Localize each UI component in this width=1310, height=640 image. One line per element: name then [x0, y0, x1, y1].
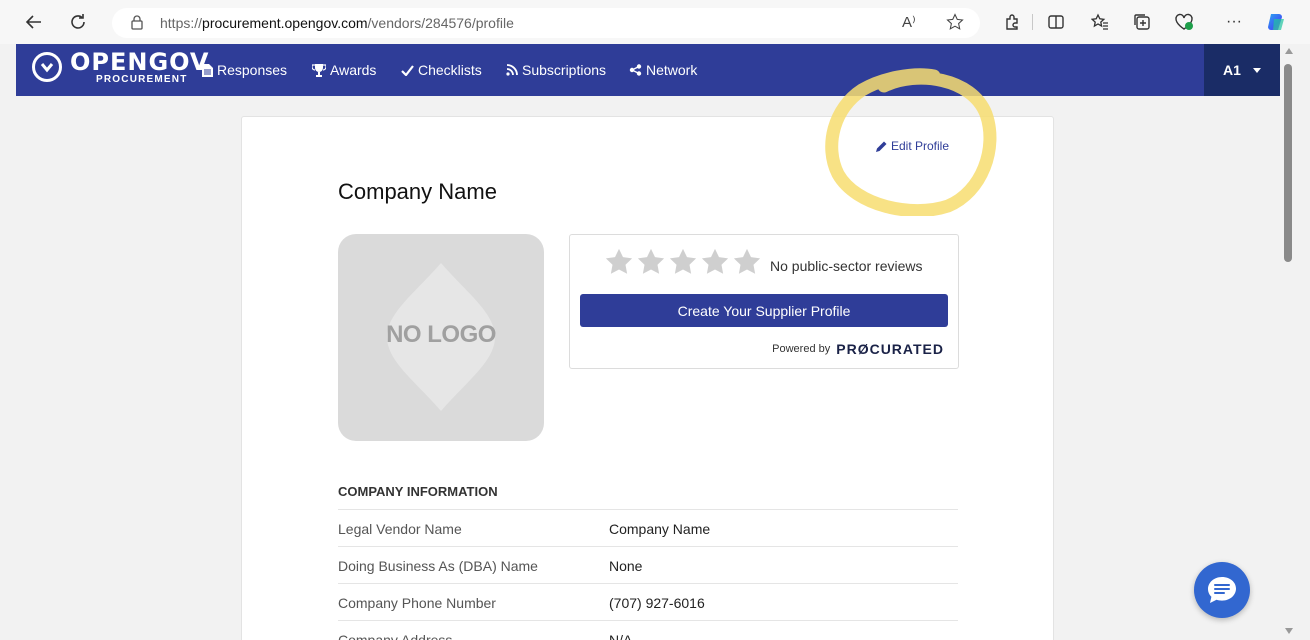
nav-checklists[interactable]: Checklists	[401, 62, 482, 78]
star-icon	[701, 248, 729, 274]
nav-subscriptions-label: Subscriptions	[522, 62, 607, 78]
table-row: Doing Business As (DBA) Name None	[338, 546, 958, 583]
vendor-profile-card: Edit Profile Company Name NO LOGO No pub…	[241, 116, 1054, 640]
app-navbar: OPENGOV PROCUREMENT Responses Awards Che…	[16, 44, 1280, 96]
procurated-logo: PRØCURATED	[836, 341, 944, 357]
logo-chevron-icon	[32, 52, 62, 82]
toolbar-divider	[1032, 14, 1033, 30]
row-label: Company Phone Number	[338, 595, 496, 611]
browser-essentials-icon[interactable]	[1172, 10, 1196, 34]
nav-network-label: Network	[646, 62, 698, 78]
collections-icon[interactable]	[1130, 10, 1154, 34]
star-icon	[669, 248, 697, 274]
share-icon	[629, 64, 642, 76]
company-info-table: Legal Vendor Name Company Name Doing Bus…	[338, 509, 958, 640]
favorite-star-icon[interactable]	[946, 13, 964, 35]
opengov-logo[interactable]: OPENGOV PROCUREMENT	[32, 50, 210, 86]
row-value: Company Name	[609, 521, 711, 537]
address-bar[interactable]: https://procurement.opengov.com/vendors/…	[112, 8, 980, 38]
chat-icon	[1208, 577, 1236, 603]
url-text: https://procurement.opengov.com/vendors/…	[160, 15, 514, 31]
row-label: Legal Vendor Name	[338, 521, 462, 537]
user-initials: A1	[1223, 62, 1241, 78]
nav-responses-label: Responses	[217, 62, 288, 78]
star-icon	[637, 248, 665, 274]
table-row: Company Phone Number (707) 927-6016	[338, 583, 958, 620]
scroll-up-arrow-icon[interactable]	[1285, 48, 1293, 54]
page-title: Company Name	[338, 179, 497, 204]
company-information-heading: COMPANY INFORMATION	[338, 484, 498, 499]
nav-network[interactable]: Network	[629, 62, 697, 78]
check-icon	[401, 64, 414, 76]
row-value: (707) 927-6016	[609, 595, 705, 611]
split-screen-icon[interactable]	[1044, 10, 1068, 34]
nav-checklists-label: Checklists	[418, 62, 482, 78]
pencil-icon	[876, 141, 887, 152]
star-icon	[733, 248, 761, 274]
nav-responses[interactable]: Responses	[202, 62, 287, 78]
favorites-icon[interactable]	[1088, 10, 1112, 34]
nav-subscriptions[interactable]: Subscriptions	[506, 62, 606, 78]
nav-awards-label: Awards	[330, 62, 377, 78]
read-aloud-icon[interactable]: A⁾	[902, 13, 916, 31]
nav-awards[interactable]: Awards	[312, 62, 376, 78]
powered-by-procurated[interactable]: Powered by PRØCURATED	[772, 341, 944, 357]
reviews-status: No public-sector reviews	[770, 258, 923, 274]
powered-by-label: Powered by	[772, 343, 831, 355]
company-logo-placeholder: NO LOGO	[338, 234, 544, 441]
scrollbar-thumb[interactable]	[1284, 64, 1292, 262]
row-label: Company Address	[338, 632, 453, 640]
scroll-down-arrow-icon[interactable]	[1285, 628, 1293, 634]
no-logo-text: NO LOGO	[386, 321, 496, 348]
create-supplier-profile-button[interactable]: Create Your Supplier Profile	[580, 294, 948, 327]
chat-support-button[interactable]	[1194, 562, 1250, 618]
reviews-panel: No public-sector reviews Create Your Sup…	[569, 234, 959, 369]
row-value: N/A	[609, 632, 633, 640]
table-row: Company Address N/A	[338, 620, 958, 640]
browser-toolbar: https://procurement.opengov.com/vendors/…	[0, 0, 1310, 44]
trophy-icon	[312, 63, 326, 77]
more-icon[interactable]: ···	[1222, 10, 1246, 34]
user-menu[interactable]: A1	[1204, 44, 1280, 96]
lock-icon	[130, 14, 144, 35]
table-row: Legal Vendor Name Company Name	[338, 509, 958, 546]
copilot-icon[interactable]	[1264, 10, 1288, 34]
row-label: Doing Business As (DBA) Name	[338, 558, 538, 574]
logo-wordmark: OPENGOV	[70, 48, 210, 76]
star-icon	[605, 248, 633, 274]
back-arrow-icon[interactable]	[20, 8, 48, 36]
refresh-icon[interactable]	[64, 8, 92, 36]
edit-profile-link[interactable]: Edit Profile	[876, 139, 949, 153]
file-icon	[202, 63, 213, 77]
rating-stars	[604, 247, 764, 277]
caret-down-icon	[1252, 67, 1261, 73]
edit-profile-label: Edit Profile	[891, 139, 950, 153]
row-value: None	[609, 558, 643, 574]
extensions-icon[interactable]	[1000, 10, 1024, 34]
rss-icon	[506, 64, 518, 76]
